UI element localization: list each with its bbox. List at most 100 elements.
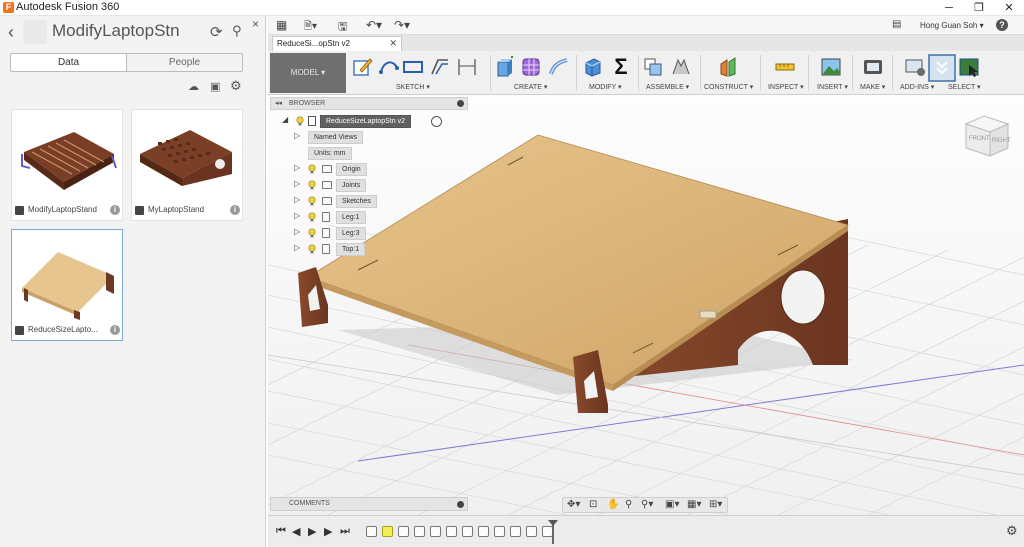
- tree-node-label[interactable]: Named Views: [308, 131, 364, 144]
- search-icon[interactable]: ⚲: [232, 23, 242, 39]
- add-ins-menu[interactable]: ADD-INS ▾: [900, 83, 934, 91]
- visibility-bulb-icon[interactable]: [296, 116, 304, 126]
- comments-panel[interactable]: COMMENTS: [270, 497, 468, 511]
- tree-root[interactable]: ◢ ReduceSizeLaptopStn v2: [282, 115, 452, 128]
- assemble-menu[interactable]: ASSEMBLE ▾: [646, 83, 689, 91]
- timeline-feature[interactable]: [446, 526, 457, 537]
- timeline-feature[interactable]: [462, 526, 473, 537]
- timeline-first-icon[interactable]: ⏮: [276, 525, 286, 538]
- close-panel-icon[interactable]: ×: [252, 17, 259, 31]
- restore-button[interactable]: ❐: [964, 0, 994, 16]
- insert-image-icon[interactable]: [820, 56, 842, 78]
- tree-node-label[interactable]: Joints: [336, 179, 367, 192]
- timeline-feature[interactable]: [414, 526, 425, 537]
- tree-node-label[interactable]: Leg:1: [336, 211, 366, 224]
- orbit-icon[interactable]: ✥▾: [567, 499, 580, 510]
- tree-root-label[interactable]: ReduceSizeLaptopStn v2: [320, 115, 411, 128]
- sweep-icon[interactable]: [548, 56, 570, 78]
- visibility-bulb-icon[interactable]: [308, 196, 316, 206]
- expand-arrow-icon[interactable]: ▷: [294, 131, 300, 140]
- upload-icon[interactable]: ☁: [188, 80, 199, 93]
- close-window-button[interactable]: ✕: [994, 0, 1024, 16]
- redo-icon[interactable]: ↷▾: [394, 18, 410, 32]
- gear-icon[interactable]: ⚙: [230, 78, 242, 94]
- sketch-dimension-icon[interactable]: [456, 56, 478, 78]
- form-icon[interactable]: [520, 56, 542, 78]
- expand-arrow-icon[interactable]: ▷: [294, 195, 300, 204]
- tab-data[interactable]: Data: [10, 53, 127, 72]
- info-icon[interactable]: i: [230, 205, 240, 215]
- tree-node-label[interactable]: Origin: [336, 163, 367, 176]
- visibility-bulb-icon[interactable]: [308, 244, 316, 254]
- tree-node[interactable]: ▷ Leg:3: [294, 227, 414, 240]
- tree-node[interactable]: ▷ Top:1: [294, 243, 414, 256]
- zoom-icon[interactable]: ⚲: [625, 499, 632, 510]
- timeline-feature[interactable]: [366, 526, 377, 537]
- viewcube-right-label[interactable]: RIGHT: [992, 138, 1011, 144]
- tree-node[interactable]: ▷ Joints: [294, 179, 414, 192]
- timeline-feature[interactable]: [526, 526, 537, 537]
- tree-node-label[interactable]: Units: mm: [308, 147, 352, 160]
- gear-icon[interactable]: ⚙: [1006, 523, 1018, 539]
- timeline-previous-icon[interactable]: ◀: [292, 525, 300, 538]
- activate-radio-icon[interactable]: [431, 116, 442, 127]
- sketch-arc-icon[interactable]: [378, 56, 400, 78]
- viewports-icon[interactable]: ⊞▾: [709, 499, 722, 510]
- expand-arrow-icon[interactable]: ▷: [294, 179, 300, 188]
- undo-icon[interactable]: ↶▾: [366, 18, 382, 32]
- info-icon[interactable]: i: [110, 325, 120, 335]
- visibility-bulb-icon[interactable]: [308, 164, 316, 174]
- pin-icon[interactable]: [457, 100, 464, 107]
- visibility-bulb-icon[interactable]: [308, 228, 316, 238]
- workspace-switcher-button[interactable]: MODEL ▾: [270, 53, 346, 93]
- timeline-next-icon[interactable]: ▶: [324, 525, 332, 538]
- tab-reducesizelaptopstn-v2[interactable]: ReduceSi...opStn v2 ✕: [272, 36, 402, 51]
- sketch-rectangle-icon[interactable]: [402, 56, 424, 78]
- sum-icon[interactable]: Σ: [610, 56, 632, 78]
- data-panel-grid-icon[interactable]: ▦: [276, 18, 287, 32]
- press-pull-icon[interactable]: [582, 56, 604, 78]
- user-account-menu[interactable]: Hong Guan Soh ▾: [920, 21, 984, 30]
- tree-node[interactable]: ▷ Origin: [294, 163, 414, 176]
- view-cube[interactable]: FRONT RIGHT: [962, 110, 1012, 160]
- new-folder-icon[interactable]: ▣: [210, 80, 220, 93]
- extrude-icon[interactable]: [494, 56, 516, 78]
- refresh-icon[interactable]: ⟳: [210, 23, 223, 41]
- expand-arrow-icon[interactable]: ▷: [294, 211, 300, 220]
- timeline-feature[interactable]: [382, 526, 393, 537]
- sketch-menu[interactable]: SKETCH ▾: [396, 83, 430, 91]
- timeline-play-icon[interactable]: ▶: [308, 525, 316, 538]
- tree-node-label[interactable]: Leg:3: [336, 227, 366, 240]
- look-at-icon[interactable]: ⊡: [589, 499, 597, 510]
- timeline-last-icon[interactable]: ⏭: [340, 525, 350, 538]
- measure-icon[interactable]: [774, 56, 796, 78]
- tab-people[interactable]: People: [126, 53, 243, 72]
- inspect-menu[interactable]: INSPECT ▾: [768, 83, 804, 91]
- expand-arrow-icon[interactable]: ▷: [294, 227, 300, 236]
- timeline-feature[interactable]: [398, 526, 409, 537]
- design-card-modifylaptopstand[interactable]: ModifyLaptopStand i: [11, 109, 123, 221]
- timeline-feature[interactable]: [430, 526, 441, 537]
- design-card-reducesizelaptopstn[interactable]: ReduceSizeLapto... i: [11, 229, 123, 341]
- job-status-icon[interactable]: ▤: [892, 19, 901, 30]
- create-menu[interactable]: CREATE ▾: [514, 83, 547, 91]
- window-select-icon[interactable]: [958, 56, 980, 78]
- joint-icon[interactable]: [670, 56, 692, 78]
- close-icon[interactable]: ✕: [389, 37, 397, 50]
- minimize-button[interactable]: ─: [934, 0, 964, 16]
- grid-settings-icon[interactable]: ▦▾: [687, 499, 701, 510]
- collapse-icon[interactable]: ◂◂: [275, 98, 282, 109]
- tree-node[interactable]: ▷ Named Views: [294, 131, 414, 144]
- new-component-icon[interactable]: [642, 56, 664, 78]
- expand-arrow-icon[interactable]: ▷: [294, 163, 300, 172]
- expand-arrow-icon[interactable]: ▷: [294, 243, 300, 252]
- pan-icon[interactable]: ✋: [607, 499, 619, 510]
- tree-node[interactable]: Units: mm: [294, 147, 414, 160]
- visibility-bulb-icon[interactable]: [308, 180, 316, 190]
- 3d-print-icon[interactable]: [862, 56, 884, 78]
- insert-menu[interactable]: INSERT ▾: [817, 83, 848, 91]
- select-icon[interactable]: [928, 54, 956, 82]
- browser-panel-header[interactable]: ◂◂ BROWSER: [270, 97, 468, 110]
- viewcube-front-label[interactable]: FRONT: [969, 136, 990, 142]
- timeline-feature[interactable]: [510, 526, 521, 537]
